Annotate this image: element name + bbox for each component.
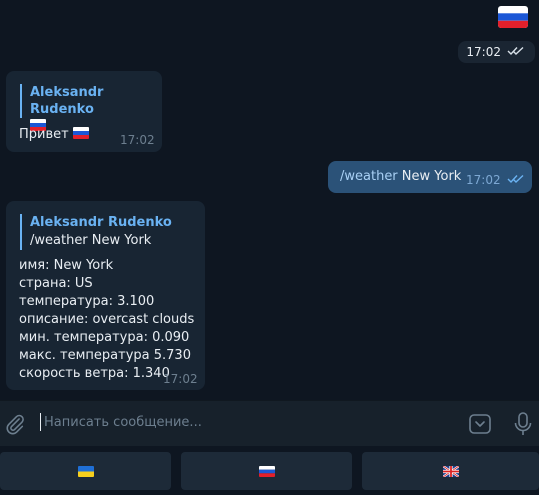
weather-line: мин. температура: 0.090 xyxy=(19,330,190,345)
weather-line: имя: New York xyxy=(19,258,114,273)
double-check-icon xyxy=(507,173,525,187)
message-time: 17:02 xyxy=(466,173,501,187)
bot-command-link[interactable]: /weather xyxy=(340,169,398,184)
reply-text: /weather New York xyxy=(30,233,152,248)
ukraine-flag-icon xyxy=(77,465,94,477)
weather-line: макс. температура 5.730 xyxy=(19,348,191,363)
reply-author: Aleksandr Rudenko xyxy=(30,215,172,230)
message-meta: 17:02 xyxy=(466,173,525,187)
message-text: /weather New York xyxy=(340,169,462,184)
paperclip-icon[interactable] xyxy=(4,413,26,435)
reply-quote[interactable]: Aleksandr Rudenko xyxy=(20,84,162,131)
weather-report: имя: New York страна: US температура: 3.… xyxy=(19,257,194,383)
message-time-pill: 17:02 xyxy=(458,41,535,63)
chat-area: 17:02 Aleksandr Rudenko Привет 17:02 /we… xyxy=(0,0,539,400)
keyboard-button-uk[interactable] xyxy=(362,452,539,490)
message-composer: Написать сообщение... xyxy=(0,400,539,446)
uk-flag-icon xyxy=(442,465,459,477)
weather-line: температура: 3.100 xyxy=(19,294,155,309)
weather-line: описание: overcast clouds xyxy=(19,312,195,327)
keyboard-toggle-icon[interactable] xyxy=(468,413,492,435)
keyboard-button-ukraine[interactable] xyxy=(0,452,171,490)
reply-quote[interactable]: Aleksandr Rudenko /weather New York xyxy=(20,214,172,250)
outgoing-message[interactable]: /weather New York 17:02 xyxy=(328,161,532,193)
incoming-message[interactable]: Aleksandr Rudenko Привет 17:02 xyxy=(6,71,162,152)
microphone-icon[interactable] xyxy=(512,411,534,437)
reply-author: Aleksandr Rudenko xyxy=(30,85,104,117)
russia-flag-icon xyxy=(72,127,89,139)
message-time: 17:02 xyxy=(120,133,155,147)
keyboard-button-russia[interactable] xyxy=(181,452,352,490)
message-time: 17:02 xyxy=(466,45,501,59)
message-input[interactable]: Написать сообщение... xyxy=(44,415,202,430)
russia-flag-icon xyxy=(258,465,275,477)
weather-line: страна: US xyxy=(19,276,93,291)
text-caret xyxy=(40,413,41,431)
incoming-message[interactable]: Aleksandr Rudenko /weather New York имя:… xyxy=(6,201,205,390)
double-check-icon xyxy=(507,45,525,59)
russia-flag-icon xyxy=(497,4,529,30)
message-time: 17:02 xyxy=(163,372,198,386)
message-text: Привет xyxy=(19,126,89,144)
bot-keyboard xyxy=(0,446,539,495)
